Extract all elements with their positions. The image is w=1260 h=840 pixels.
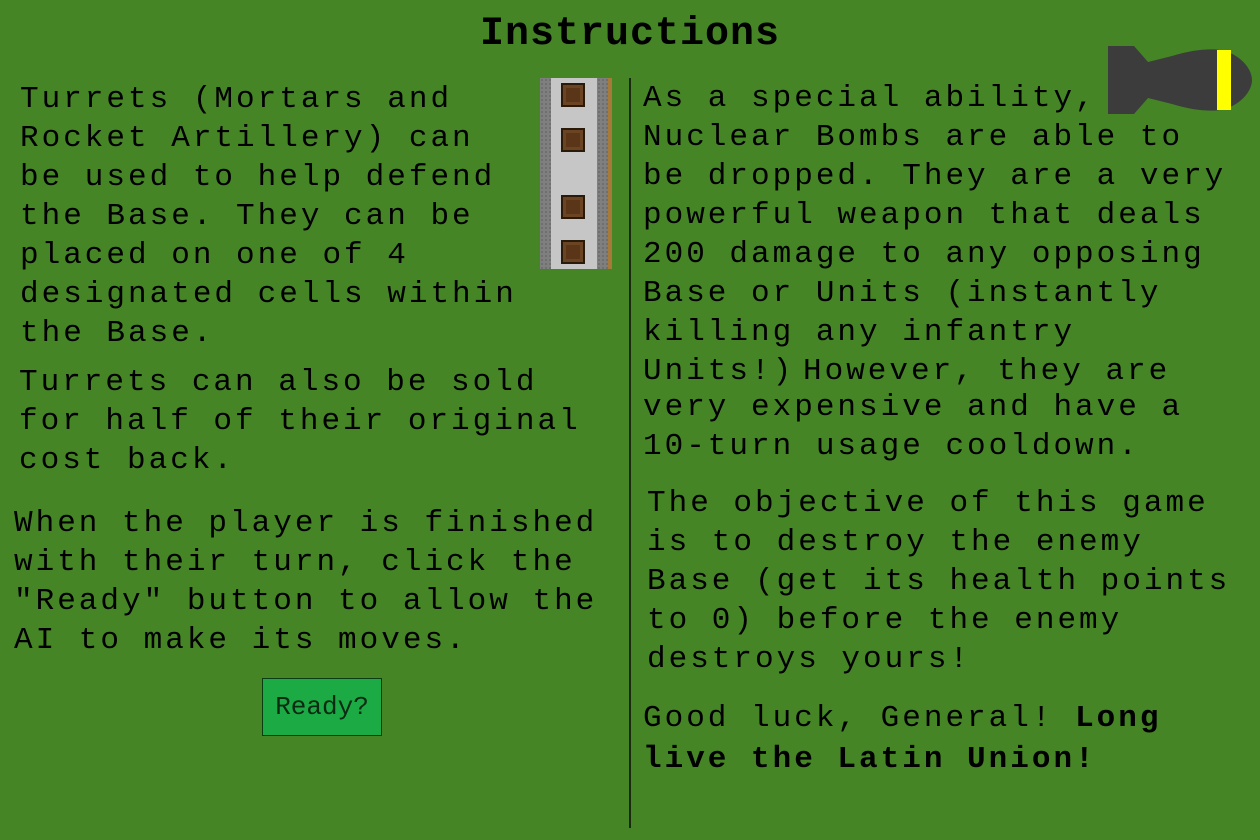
column-divider (629, 78, 631, 828)
nuke-description-part-2: However, they are (803, 354, 1171, 389)
turret-cell (561, 83, 585, 107)
objective-description: The objective of this game is to destroy… (647, 486, 1231, 677)
nuke-description-part-1: As a special ability, Nuclear Bombs are … (643, 81, 1227, 389)
turret-cell (561, 195, 585, 219)
good-luck-bold-1: Long (1075, 701, 1162, 736)
turrets-description: Turrets (Mortars and Rocket Artillery) c… (20, 82, 517, 351)
turret-cell (561, 240, 585, 264)
good-luck-text: Good luck, General! (643, 701, 1076, 736)
page-title: Instructions (479, 12, 781, 57)
nuke-description: As a special ability, Nuclear Bombs are … (643, 79, 1226, 391)
ready-button[interactable]: Ready? (262, 678, 382, 736)
nuke-description-part-3: very expensive and have a 10-turn usage … (643, 390, 1184, 464)
good-luck-message: Good luck, General! Long live the Latin … (643, 698, 1161, 780)
ready-description: When the player is finished with their t… (14, 506, 598, 658)
turret-cell (561, 128, 585, 152)
good-luck-bold-2: live the Latin Union! (643, 742, 1097, 777)
base-turret-cells-icon (540, 78, 612, 269)
sell-description: Turrets can also be sold for half of the… (19, 365, 581, 478)
